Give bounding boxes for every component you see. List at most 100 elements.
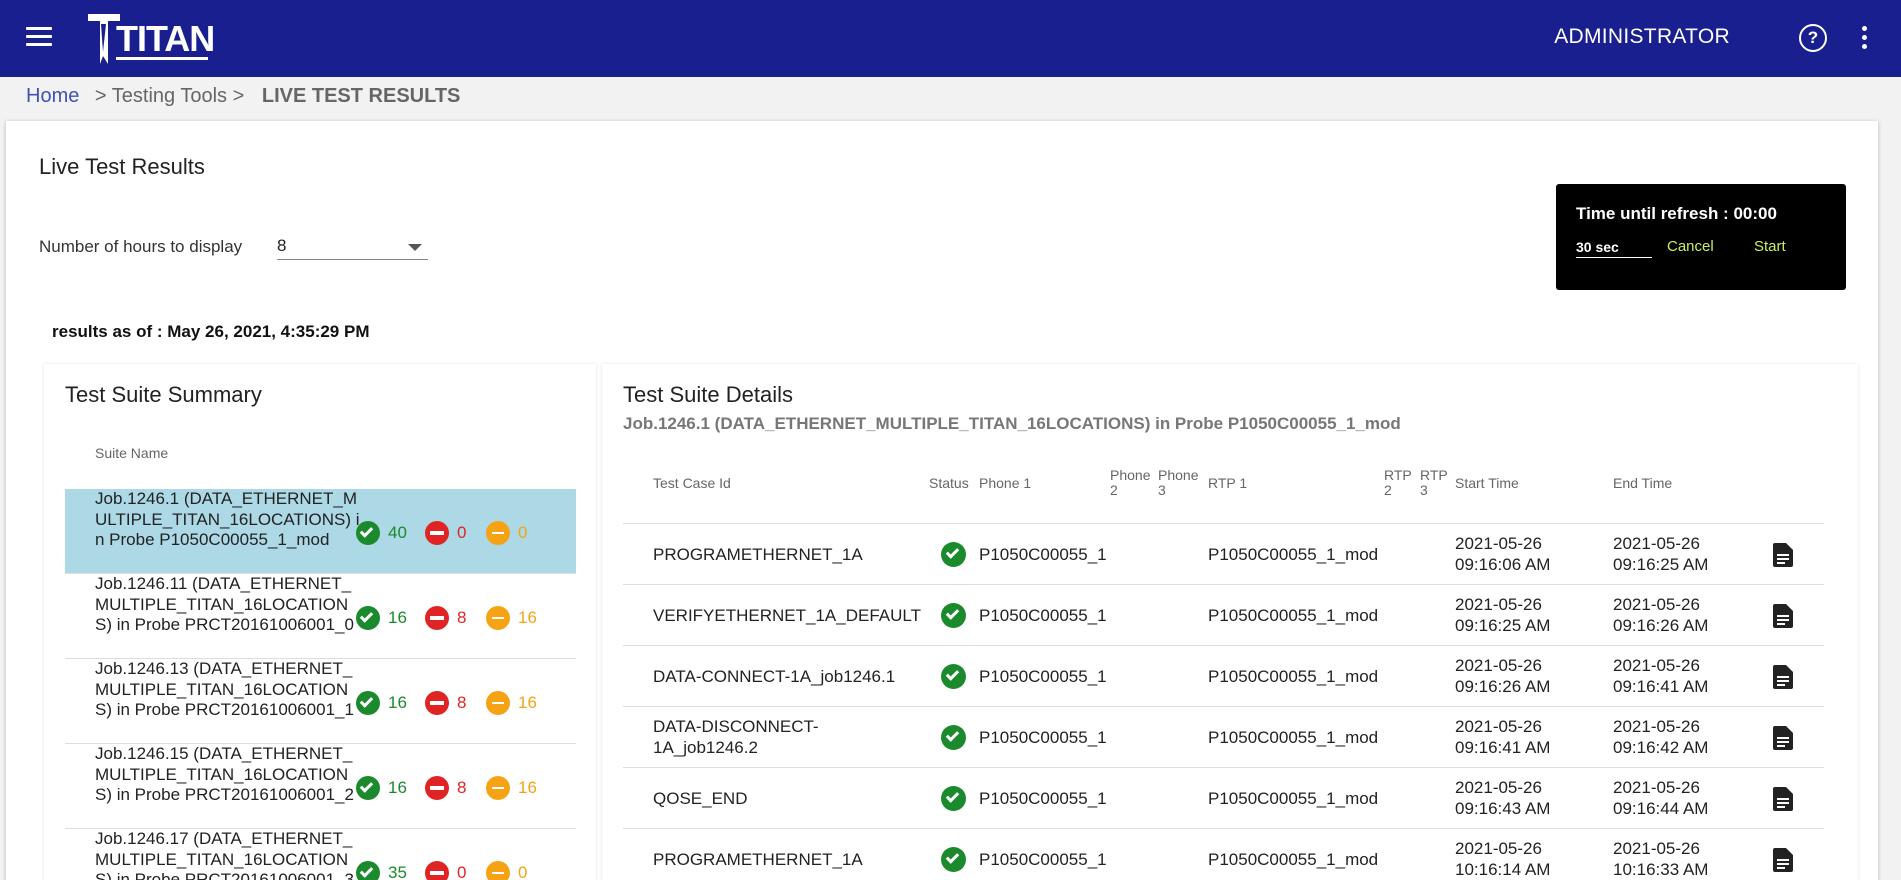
pass-count: 40	[356, 521, 407, 545]
test-case-id: QOSE_END	[653, 788, 747, 809]
remove-circle-icon-glyph	[430, 701, 444, 705]
menu-icon[interactable]	[26, 27, 52, 49]
check-circle-icon	[356, 776, 380, 800]
suite-row[interactable]: Job.1246.15 (DATA_ETHERNET_MULTIPLE_TITA…	[65, 744, 576, 829]
breadcrumb-home-link[interactable]: Home	[26, 85, 79, 107]
check-circle-icon	[356, 861, 380, 880]
check-circle-icon	[356, 521, 380, 545]
end-date: 2021-05-26	[1613, 595, 1700, 614]
remove-circle-icon-glyph	[430, 616, 444, 620]
table-row: QOSE_END P1050C00055_1 P1050C00055_1_mod 20…	[623, 768, 1824, 829]
col-status: Status	[929, 475, 969, 491]
warning-circle-icon-glyph	[492, 872, 504, 874]
document-icon[interactable]	[1773, 787, 1793, 811]
pass-count: 16	[356, 776, 407, 800]
col-phone2: Phone 2	[1110, 467, 1151, 498]
document-icon[interactable]	[1773, 604, 1793, 628]
pass-count-value: 35	[388, 863, 407, 880]
help-icon[interactable]: ?	[1799, 24, 1827, 52]
end-time-cell: 2021-05-26 09:16:41 AM	[1613, 655, 1708, 697]
pass-count: 16	[356, 606, 407, 630]
table-row: PROGRAMETHERNET_1A P1050C00055_1 P1050C000…	[623, 524, 1824, 585]
logo-text: TITAN	[116, 18, 214, 59]
test-case-id: PROGRAMETHERNET_1A	[653, 544, 863, 565]
table-row: DATA-DISCONNECT- 1A_job1246.2 P1050C00055_…	[623, 707, 1824, 768]
end-date: 2021-05-26	[1613, 778, 1700, 797]
pass-count-value: 16	[388, 693, 407, 712]
check-glyph	[945, 545, 960, 559]
end-time: 10:16:33 AM	[1613, 860, 1709, 879]
warn-count-value: 16	[518, 778, 537, 797]
start-date: 2021-05-26	[1455, 595, 1542, 614]
check-glyph	[945, 667, 960, 681]
test-case-id: PROGRAMETHERNET_1A	[653, 849, 863, 870]
check-circle-icon	[941, 664, 966, 689]
rtp1-cell: P1050C00055_1_mod	[1208, 850, 1379, 869]
titan-logo: TITAN	[88, 14, 214, 64]
phone1-cell: P1050C00055_1	[979, 545, 1107, 564]
hours-select[interactable]: 8	[277, 236, 428, 260]
refresh-panel: Time until refresh : 00:00 30 sec Cancel…	[1556, 184, 1846, 290]
warn-count: 16	[486, 691, 537, 715]
suite-row[interactable]: Job.1246.13 (DATA_ETHERNET_MULTIPLE_TITA…	[65, 659, 576, 744]
document-icon[interactable]	[1773, 665, 1793, 689]
end-time-cell: 2021-05-26 09:16:42 AM	[1613, 716, 1708, 758]
start-time: 09:16:41 AM	[1455, 738, 1551, 757]
hours-label: Number of hours to display	[39, 237, 243, 256]
breadcrumb-testing-tools: > Testing Tools >	[94, 85, 245, 107]
col-end-time: End Time	[1613, 475, 1673, 491]
refresh-cancel-button[interactable]: Cancel	[1667, 238, 1714, 255]
col-rtp1: RTP 1	[1208, 475, 1248, 491]
user-menu[interactable]: ADMINISTRATOR	[1554, 25, 1730, 49]
check-circle-icon	[941, 542, 966, 567]
start-time: 09:16:26 AM	[1455, 677, 1551, 696]
start-time: 09:16:06 AM	[1455, 555, 1551, 574]
start-date: 2021-05-26	[1455, 534, 1542, 553]
more-vert-icon[interactable]	[1861, 26, 1867, 50]
col-phone3: Phone 3	[1158, 467, 1199, 498]
suite-row[interactable]: Job.1246.1 (DATA_ETHERNET_MULTIPLE_TITAN…	[65, 489, 576, 574]
warn-count-value: 16	[518, 693, 537, 712]
start-time-cell: 2021-05-26 09:16:26 AM	[1455, 655, 1550, 697]
phone1-cell: P1050C00055_1	[979, 606, 1107, 625]
document-icon[interactable]	[1773, 726, 1793, 750]
start-date: 2021-05-26	[1455, 717, 1542, 736]
rtp1-cell: P1050C00055_1_mod	[1208, 728, 1379, 747]
check-circle-icon	[941, 603, 966, 628]
fail-count-value: 0	[457, 863, 467, 880]
start-date: 2021-05-26	[1455, 839, 1542, 858]
phone1-cell: P1050C00055_1	[979, 850, 1107, 869]
warning-circle-icon	[486, 691, 510, 715]
start-time-cell: 2021-05-26 09:16:06 AM	[1455, 533, 1550, 575]
warn-count: 0	[486, 521, 527, 545]
check-glyph	[945, 606, 960, 620]
refresh-interval-select[interactable]: 30 sec	[1576, 239, 1652, 258]
document-icon[interactable]	[1773, 848, 1793, 872]
pass-count-value: 16	[388, 608, 407, 627]
col-phone1: Phone 1	[979, 475, 1032, 491]
end-time-cell: 2021-05-26 10:16:33 AM	[1613, 838, 1708, 880]
refresh-start-button[interactable]: Start	[1754, 238, 1786, 255]
pass-count-value: 16	[388, 778, 407, 797]
start-time-cell: 2021-05-26 10:16:14 AM	[1455, 838, 1550, 880]
start-time: 09:16:25 AM	[1455, 616, 1551, 635]
remove-circle-icon	[425, 776, 449, 800]
check-circle-icon	[941, 786, 966, 811]
start-date: 2021-05-26	[1455, 656, 1542, 675]
table-row: DATA-CONNECT-1A_job1246.1 P1050C00055_1 P1…	[623, 646, 1824, 707]
end-time: 09:16:44 AM	[1613, 799, 1709, 818]
test-suite-summary-panel: Test Suite Summary Suite Name Job.1246.1…	[44, 364, 596, 880]
warning-circle-icon	[486, 861, 510, 880]
document-icon[interactable]	[1773, 543, 1793, 567]
phone1-cell: P1050C00055_1	[979, 728, 1107, 747]
fail-count-value: 8	[457, 778, 467, 797]
suite-row[interactable]: Job.1246.17 (DATA_ETHERNET_MULTIPLE_TITA…	[65, 829, 576, 880]
remove-circle-icon-glyph	[430, 531, 444, 535]
end-date: 2021-05-26	[1613, 839, 1700, 858]
check-circle-icon-glyph	[359, 524, 374, 538]
test-case-id-line1: DATA-DISCONNECT-	[653, 717, 819, 736]
test-case-id: DATA-DISCONNECT- 1A_job1246.2	[653, 716, 819, 758]
end-time-cell: 2021-05-26 09:16:26 AM	[1613, 594, 1708, 636]
suite-row[interactable]: Job.1246.11 (DATA_ETHERNET_MULTIPLE_TITA…	[65, 574, 576, 659]
test-case-id-line1: QOSE_END	[653, 789, 748, 808]
